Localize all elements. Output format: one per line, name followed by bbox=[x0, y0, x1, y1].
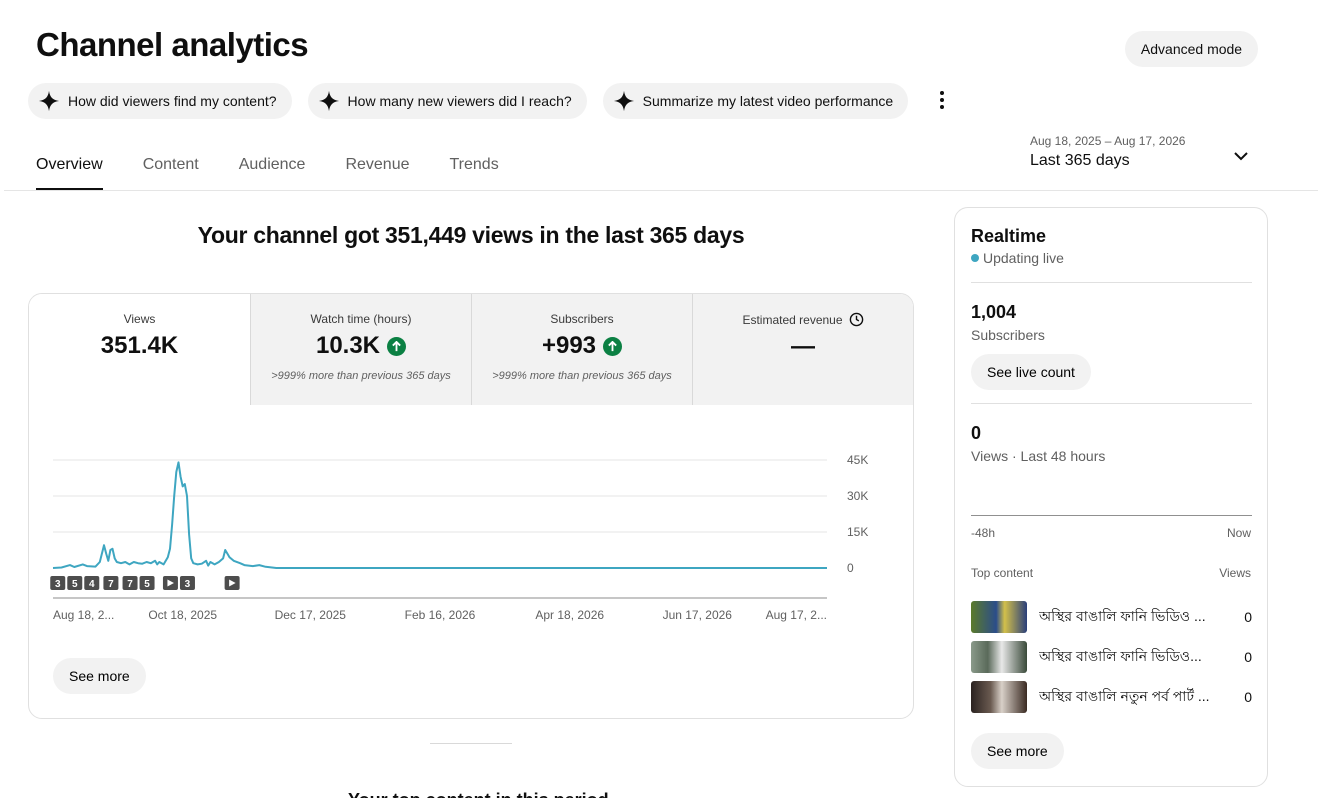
divider bbox=[971, 282, 1252, 283]
x-tick-label: Feb 16, 2026 bbox=[405, 608, 476, 622]
chip-new-viewers[interactable]: How many new viewers did I reach? bbox=[307, 83, 587, 119]
views-headline: Your channel got 351,449 views in the la… bbox=[197, 222, 745, 248]
date-range-label: Last 365 days bbox=[1030, 152, 1130, 169]
x-tick-label: Oct 18, 2025 bbox=[148, 608, 217, 622]
top-content-row[interactable]: অস্থির বাঙালি ফানি ভিডিও ... 0 bbox=[971, 601, 1252, 633]
metric-comparison: >999% more than previous 365 days bbox=[492, 370, 672, 382]
video-marker-label: 7 bbox=[108, 579, 114, 590]
video-thumbnail bbox=[971, 641, 1027, 673]
video-views: 0 bbox=[1244, 689, 1252, 705]
video-thumbnail bbox=[971, 681, 1027, 713]
more-options-icon[interactable] bbox=[932, 88, 952, 112]
tab-revenue[interactable]: Revenue bbox=[345, 146, 409, 190]
top-content-row[interactable]: অস্থির বাঙালি নতুন পর্ব পার্ট ... 0 bbox=[971, 681, 1252, 713]
metric-views[interactable]: Views 351.4K bbox=[29, 294, 250, 405]
live-dot-icon bbox=[971, 254, 979, 262]
tab-trends[interactable]: Trends bbox=[450, 146, 499, 190]
page-title: Channel analytics bbox=[36, 26, 309, 63]
top-content-row[interactable]: অস্থির বাঙালি ফানি ভিডিও... 0 bbox=[971, 641, 1252, 673]
overview-card: Views 351.4K Watch time (hours) 10.3K >9… bbox=[28, 293, 914, 719]
chip-label: How did viewers find my content? bbox=[68, 93, 277, 109]
y-tick-label: 45K bbox=[847, 453, 868, 467]
y-tick-label: 15K bbox=[847, 525, 868, 539]
video-marker-label: 4 bbox=[89, 579, 95, 590]
metric-watch-time[interactable]: Watch time (hours) 10.3K >999% more than… bbox=[250, 294, 471, 405]
video-marker-label: 5 bbox=[72, 579, 78, 590]
metric-subscribers[interactable]: Subscribers +993 >999% more than previou… bbox=[471, 294, 692, 405]
metric-value: +993 bbox=[541, 332, 597, 359]
video-marker-label: 3 bbox=[55, 579, 61, 590]
arrow-up-icon bbox=[603, 336, 623, 356]
sparkle-icon bbox=[613, 90, 634, 112]
see-live-count-button[interactable]: See live count bbox=[971, 354, 1091, 390]
metric-tabs: Views 351.4K Watch time (hours) 10.3K >9… bbox=[29, 294, 913, 405]
sparkle-icon bbox=[38, 90, 60, 112]
date-range-picker[interactable]: Aug 18, 2025 – Aug 17, 2026 Last 365 day… bbox=[1030, 134, 1255, 178]
see-more-button[interactable]: See more bbox=[53, 658, 146, 694]
metric-label: Views bbox=[123, 312, 156, 326]
section-heading: Your top content in this period bbox=[348, 790, 609, 798]
section-divider bbox=[430, 743, 512, 744]
suggestion-chips: How did viewers find my content? How man… bbox=[28, 83, 909, 119]
video-views: 0 bbox=[1244, 609, 1252, 625]
x-tick-label: Apr 18, 2026 bbox=[535, 608, 604, 622]
x-tick-label: Aug 17, 2... bbox=[766, 608, 827, 622]
chip-find-content[interactable]: How did viewers find my content? bbox=[28, 83, 292, 119]
tab-divider bbox=[4, 190, 1318, 191]
video-title: অস্থির বাঙালি নতুন পর্ব পার্ট ... bbox=[1039, 688, 1210, 704]
metric-estimated-revenue[interactable]: Estimated revenue — bbox=[692, 294, 913, 405]
metric-value: 10.3K bbox=[315, 332, 381, 359]
metric-label: Watch time (hours) bbox=[310, 312, 412, 326]
realtime-subscribers-value: 1,004 bbox=[971, 302, 1017, 322]
realtime-status-text: Updating live bbox=[983, 250, 1064, 266]
x-tick-label: Aug 18, 2... bbox=[53, 608, 114, 622]
tab-content[interactable]: Content bbox=[143, 146, 199, 190]
video-marker-label: 3 bbox=[185, 579, 191, 590]
realtime-views-label: Views · Last 48 hours bbox=[971, 448, 1106, 464]
metric-value: 351.4K bbox=[100, 332, 179, 359]
metric-label: Subscribers bbox=[550, 312, 614, 326]
realtime-axis-end: Now bbox=[1226, 526, 1251, 540]
realtime-status: Updating live bbox=[971, 250, 1064, 266]
video-title: অস্থির বাঙালি ফানি ভিডিও... bbox=[1039, 648, 1202, 664]
chip-summarize-video[interactable]: Summarize my latest video performance bbox=[602, 83, 909, 119]
tab-overview[interactable]: Overview bbox=[36, 146, 103, 190]
metric-value: — bbox=[791, 333, 815, 360]
y-tick-label: 30K bbox=[847, 489, 868, 503]
tab-audience[interactable]: Audience bbox=[239, 146, 306, 190]
views-line-chart: 45K30K15K03 5 4 7 7 5 3Aug 18, 2... Oct 18, 202… bbox=[50, 453, 868, 622]
clock-icon bbox=[849, 312, 863, 327]
arrow-up-icon bbox=[387, 336, 407, 356]
views-header: Views bbox=[1219, 566, 1251, 580]
chip-label: Summarize my latest video performance bbox=[642, 93, 894, 109]
video-title: অস্থির বাঙালি ফানি ভিডিও ... bbox=[1039, 608, 1206, 624]
chip-label: How many new viewers did I reach? bbox=[347, 93, 572, 109]
advanced-mode-button[interactable]: Advanced mode bbox=[1125, 31, 1258, 67]
y-tick-label: 0 bbox=[847, 561, 854, 575]
tab-bar: Overview Content Audience Revenue Trends bbox=[36, 146, 499, 190]
video-thumbnail bbox=[971, 601, 1027, 633]
realtime-subscribers-label: Subscribers bbox=[971, 327, 1045, 343]
realtime-views-value: 0 bbox=[971, 423, 982, 443]
realtime-axis-start: -48h bbox=[971, 526, 996, 540]
divider bbox=[971, 403, 1252, 404]
metric-comparison: >999% more than previous 365 days bbox=[271, 370, 451, 382]
realtime-card: Realtime Updating live 1,004 Subscribers… bbox=[954, 207, 1268, 787]
video-views: 0 bbox=[1244, 649, 1252, 665]
realtime-title: Realtime bbox=[971, 226, 1047, 246]
x-tick-label: Dec 17, 2025 bbox=[275, 608, 347, 622]
video-marker-label: 5 bbox=[144, 579, 150, 590]
realtime-chart-axis bbox=[971, 515, 1252, 516]
top-content-header: Top content bbox=[971, 566, 1034, 580]
see-more-top-content-button[interactable]: See more bbox=[971, 733, 1064, 769]
chevron-down-icon bbox=[1234, 152, 1248, 161]
x-tick-label: Jun 17, 2026 bbox=[663, 608, 733, 622]
sparkle-icon bbox=[318, 90, 339, 112]
video-marker-label: 7 bbox=[127, 579, 133, 590]
date-range-text: Aug 18, 2025 – Aug 17, 2026 bbox=[1030, 134, 1186, 148]
views-series-line bbox=[52, 461, 827, 569]
metric-label: Estimated revenue bbox=[742, 312, 843, 327]
